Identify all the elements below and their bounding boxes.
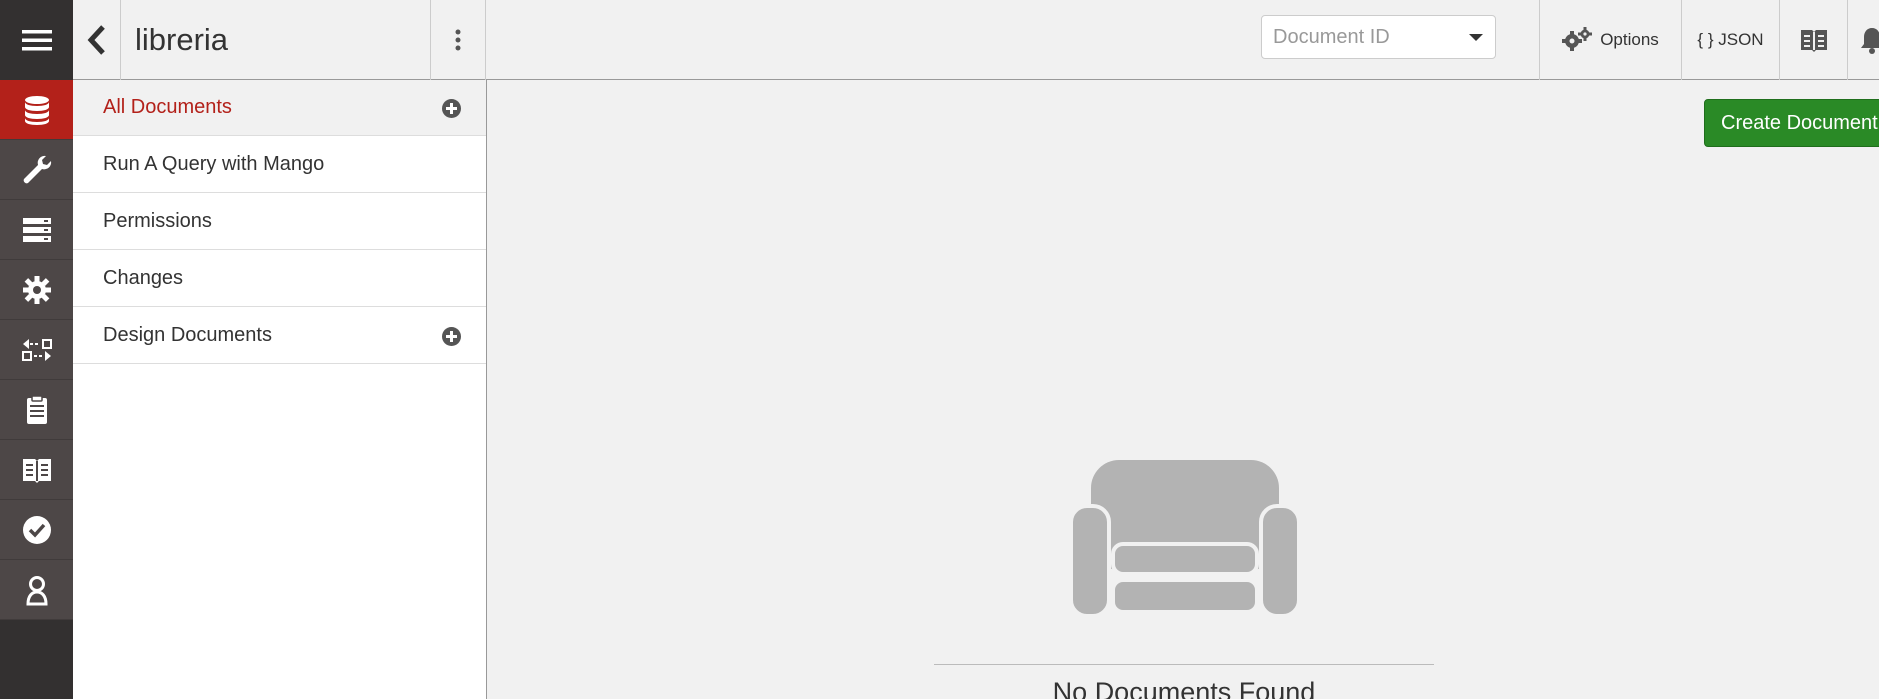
clipboard-icon <box>26 394 47 424</box>
page-title: libreria <box>135 22 229 57</box>
sidebar-item-changes[interactable]: Changes <box>73 251 486 307</box>
sidebar-item-permissions[interactable]: Permissions <box>73 194 486 250</box>
nav-rail <box>0 0 73 699</box>
nav-documentation-clipboard[interactable] <box>0 380 73 440</box>
sidebar-item-design-documents[interactable]: Design Documents <box>73 308 486 364</box>
options-button[interactable]: Options <box>1539 0 1681 80</box>
database-sidebar: All Documents Run A Query with Mango Per… <box>73 80 487 699</box>
nav-verify[interactable] <box>0 500 73 560</box>
notifications-button[interactable] <box>1847 0 1879 80</box>
sidebar-item-all-documents[interactable]: All Documents <box>73 80 486 136</box>
gears-icon <box>1562 27 1593 51</box>
chevron-left-icon <box>87 25 105 55</box>
couch-icon <box>1071 460 1299 616</box>
sidebar-item-label: Run A Query with Mango <box>103 153 325 175</box>
sidebar-item-label: Permissions <box>103 210 212 232</box>
hamburger-menu-button[interactable] <box>0 0 73 80</box>
json-button[interactable]: { } JSON <box>1681 0 1779 80</box>
chevron-down-icon[interactable] <box>1469 34 1483 41</box>
header-bar: libreria Options { } JSON <box>73 0 1879 80</box>
nav-config[interactable] <box>0 260 73 320</box>
database-options-menu-button[interactable] <box>430 0 486 80</box>
add-circle-icon[interactable] <box>442 99 461 118</box>
wrench-icon <box>23 155 51 183</box>
options-label: Options <box>1600 30 1659 49</box>
nav-replication[interactable] <box>0 320 73 380</box>
json-label: { } JSON <box>1697 30 1764 49</box>
book-icon <box>1800 30 1827 52</box>
user-icon <box>25 575 48 605</box>
database-icon <box>24 95 49 125</box>
sidebar-item-mango-query[interactable]: Run A Query with Mango <box>73 137 486 193</box>
server-icon <box>22 217 51 242</box>
check-circle-icon <box>22 515 51 544</box>
book-icon <box>22 458 51 483</box>
nav-user[interactable] <box>0 560 73 620</box>
nav-databases[interactable] <box>0 80 73 140</box>
bell-icon <box>1861 28 1879 54</box>
replication-icon <box>21 338 52 361</box>
main-content: Create Document No Documents Found <box>488 80 1879 699</box>
back-button[interactable] <box>73 0 121 80</box>
add-circle-icon[interactable] <box>442 327 461 346</box>
gear-icon <box>22 275 51 304</box>
create-document-button[interactable]: Create Document <box>1704 99 1879 147</box>
sidebar-item-label: Changes <box>103 267 184 289</box>
documentation-button[interactable] <box>1779 0 1847 80</box>
sidebar-item-label: Design Documents <box>103 324 272 346</box>
document-id-select[interactable] <box>1261 15 1496 59</box>
document-id-input[interactable] <box>1262 16 1452 58</box>
empty-state-message: No Documents Found <box>1052 677 1316 699</box>
hamburger-icon <box>21 30 52 51</box>
nav-active-tasks[interactable] <box>0 200 73 260</box>
divider <box>934 664 1434 665</box>
nav-setup[interactable] <box>0 140 73 200</box>
sidebar-item-label: All Documents <box>103 96 232 118</box>
kebab-menu-icon <box>455 29 461 51</box>
nav-documentation[interactable] <box>0 440 73 500</box>
